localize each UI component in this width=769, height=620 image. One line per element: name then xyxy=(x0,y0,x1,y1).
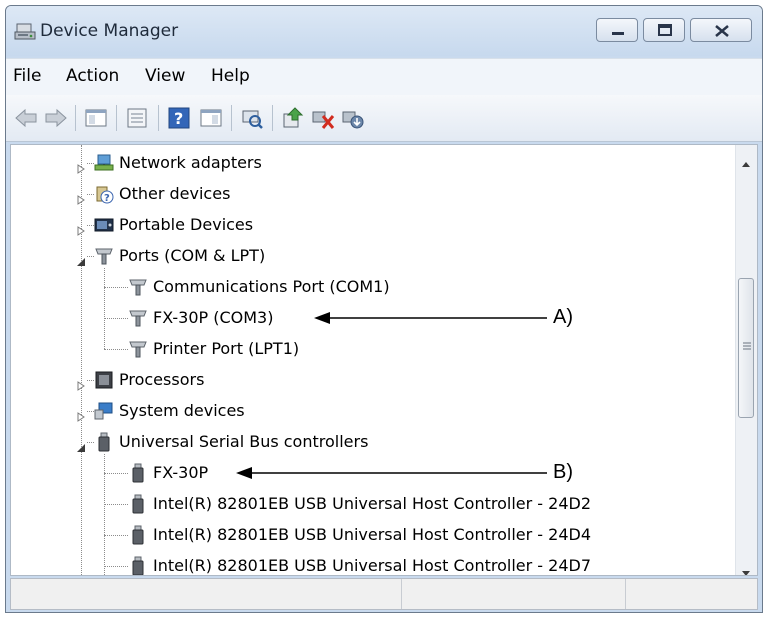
uninstall-device-icon[interactable] xyxy=(311,106,335,130)
forward-arrow-icon[interactable] xyxy=(44,106,68,130)
toolbar-separator xyxy=(75,105,76,131)
device-tree-pane[interactable]: Network adapters ? Other devices Portabl… xyxy=(10,144,758,576)
device-manager-app-icon xyxy=(14,22,36,42)
scroll-up-arrow-icon[interactable] xyxy=(741,153,751,172)
back-arrow-icon[interactable] xyxy=(14,106,38,130)
toolbar-separator xyxy=(231,105,232,131)
scroll-thumb[interactable] xyxy=(738,277,754,418)
window-title: Device Manager xyxy=(40,21,179,41)
toolbar-separator xyxy=(272,105,273,131)
callout-a-arrowhead xyxy=(314,312,330,324)
disable-device-icon[interactable] xyxy=(341,106,365,130)
device-manager-window: Device Manager File Action View Help ? N… xyxy=(5,5,763,613)
vertical-scrollbar[interactable] xyxy=(735,145,757,575)
menu-file[interactable]: File xyxy=(13,66,41,86)
update-driver-icon[interactable] xyxy=(281,106,305,130)
close-icon xyxy=(715,25,729,37)
minimize-button[interactable] xyxy=(596,18,638,42)
show-hide-action-pane-icon[interactable] xyxy=(199,106,223,130)
maximize-icon xyxy=(658,24,672,36)
scroll-down-arrow-icon[interactable] xyxy=(741,563,751,575)
status-divider xyxy=(401,579,402,609)
properties-icon[interactable] xyxy=(125,106,149,130)
maximize-button[interactable] xyxy=(643,18,685,42)
svg-text:?: ? xyxy=(174,109,183,128)
callout-b-label: B) xyxy=(553,461,573,483)
toolbar: ? xyxy=(6,95,762,142)
menu-help[interactable]: Help xyxy=(211,66,250,86)
status-divider xyxy=(625,579,626,609)
scan-hardware-icon[interactable] xyxy=(240,106,264,130)
menu-bar: File Action View Help xyxy=(6,58,762,95)
toolbar-separator xyxy=(158,105,159,131)
menu-view[interactable]: View xyxy=(145,66,185,86)
close-button[interactable] xyxy=(690,18,752,42)
help-icon[interactable]: ? xyxy=(167,106,191,130)
menu-action[interactable]: Action xyxy=(66,66,119,86)
callout-a-label: A) xyxy=(553,306,573,328)
status-bar xyxy=(10,578,758,610)
title-bar[interactable]: Device Manager xyxy=(6,6,762,56)
scroll-grip-icon xyxy=(743,342,751,349)
show-hide-console-tree-icon[interactable] xyxy=(84,106,108,130)
minimize-icon xyxy=(612,32,624,35)
callout-b-arrowhead xyxy=(236,467,252,479)
callout-arrows xyxy=(236,312,547,479)
toolbar-separator xyxy=(116,105,117,131)
